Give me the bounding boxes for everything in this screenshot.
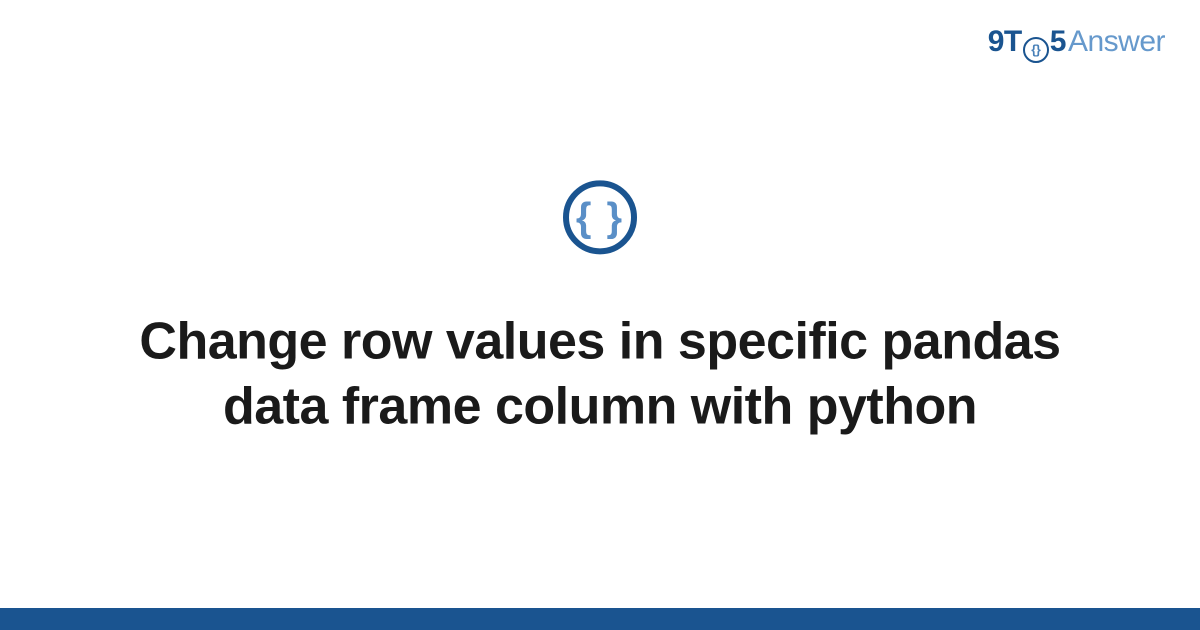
main-content: { } Change row values in specific pandas… <box>0 180 1200 439</box>
page-title: Change row values in specific pandas dat… <box>0 309 1200 439</box>
code-braces-icon: { } <box>563 180 637 254</box>
logo-zero-circle: {} <box>1023 37 1049 63</box>
braces-glyph: { } <box>576 197 624 237</box>
logo-zero-braces: {} <box>1031 43 1040 56</box>
logo-part-9t: 9T <box>988 25 1022 59</box>
footer-accent-bar <box>0 608 1200 630</box>
site-logo[interactable]: 9T {} 5 Answer <box>988 25 1165 60</box>
logo-part-5: 5 <box>1050 25 1066 59</box>
logo-part-answer: Answer <box>1068 25 1165 59</box>
